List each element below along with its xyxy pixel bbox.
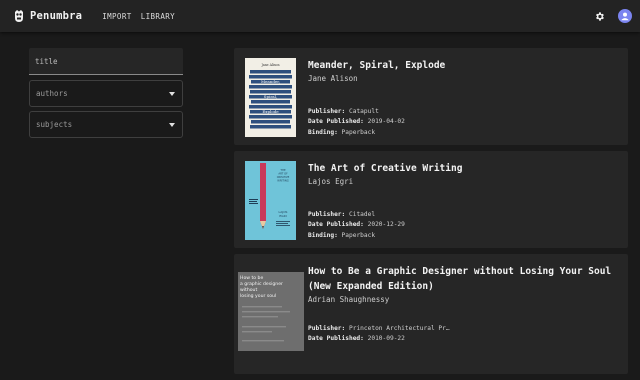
title-filter bbox=[29, 48, 183, 75]
authors-select[interactable]: authors bbox=[29, 80, 183, 107]
cover-title-line: THE bbox=[280, 168, 286, 172]
title-search-input[interactable] bbox=[35, 56, 175, 66]
brand[interactable]: Penumbra bbox=[14, 10, 82, 22]
gear-icon[interactable] bbox=[594, 11, 605, 22]
cover-word: Meander, bbox=[261, 79, 280, 84]
binding-row: Binding: Paperback bbox=[308, 128, 445, 138]
subjects-select-label: subjects bbox=[36, 120, 73, 129]
book-meta: Publisher: Princeton Architectural Pr… D… bbox=[308, 324, 618, 345]
publisher-row: Publisher: Catapult bbox=[308, 107, 445, 117]
date-key: Date Published: bbox=[308, 221, 364, 229]
cover-art-graphic-designer: How to be a graphic designer without los… bbox=[238, 272, 304, 351]
publisher-row: Publisher: Princeton Architectural Pr… bbox=[308, 324, 618, 334]
book-card[interactable]: Jane Alison Meander, Spiral, Explode Mea… bbox=[234, 48, 628, 145]
book-title[interactable]: Meander, Spiral, Explode bbox=[308, 58, 445, 73]
publisher-row: Publisher: Citadel bbox=[308, 210, 462, 220]
book-meta: Publisher: Catapult Date Published: 2019… bbox=[308, 107, 445, 138]
book-info: Meander, Spiral, Explode Jane Alison Pub… bbox=[300, 48, 445, 145]
date-row: Date Published: 2019-04-02 bbox=[308, 117, 445, 127]
book-info: How to Be a Graphic Designer without Los… bbox=[308, 254, 618, 374]
date-key: Date Published: bbox=[308, 118, 364, 126]
user-avatar[interactable] bbox=[618, 9, 632, 23]
date-key: Date Published: bbox=[308, 335, 364, 343]
date-value: 2020-12-29 bbox=[367, 221, 405, 229]
cover-title-line: ART OF bbox=[278, 172, 288, 176]
publisher-key: Publisher: bbox=[308, 108, 346, 115]
book-card[interactable]: How to be a graphic designer without los… bbox=[234, 254, 628, 374]
nav-import[interactable]: IMPORT bbox=[102, 12, 132, 21]
owl-logo-icon bbox=[15, 10, 23, 22]
binding-key: Binding: bbox=[308, 231, 338, 239]
publisher-value: Citadel bbox=[349, 211, 376, 218]
binding-value: Paperback bbox=[341, 128, 376, 136]
book-list: Jane Alison Meander, Spiral, Explode Mea… bbox=[234, 48, 628, 380]
cover-word: Spiral, bbox=[264, 94, 277, 99]
top-app-bar: Penumbra IMPORT LIBRARY bbox=[0, 0, 640, 32]
filter-sidebar: authors subjects bbox=[29, 48, 183, 142]
cover-word: Explode bbox=[262, 109, 279, 114]
cover-line: without bbox=[240, 287, 257, 293]
book-author: Adrian Shaughnessy bbox=[308, 295, 390, 304]
book-cover: Jane Alison Meander, Spiral, Explode bbox=[234, 48, 300, 145]
top-actions bbox=[594, 9, 632, 23]
person-icon bbox=[621, 12, 629, 21]
cover-art-meander: Jane Alison Meander, Spiral, Explode bbox=[245, 58, 296, 137]
book-author: Lajos Egri bbox=[308, 177, 354, 186]
book-meta: Publisher: Citadel Date Published: 2020-… bbox=[308, 210, 462, 241]
cover-line: How to be bbox=[240, 275, 263, 281]
book-cover: How to be a graphic designer without los… bbox=[234, 254, 308, 374]
book-title[interactable]: How to Be a Graphic Designer without Los… bbox=[308, 264, 618, 294]
publisher-key: Publisher: bbox=[308, 211, 346, 218]
book-author: Jane Alison bbox=[308, 74, 358, 83]
cover-line: a graphic designer bbox=[240, 281, 283, 287]
publisher-value: Princeton Architectural Pr… bbox=[349, 325, 450, 332]
caret-down-icon bbox=[169, 122, 175, 127]
binding-key: Binding: bbox=[308, 128, 338, 136]
cover-author-text: Jane Alison bbox=[260, 63, 279, 67]
book-card[interactable]: THE ART OF CREATIVE WRITING LAJOS EGRI T… bbox=[234, 151, 628, 248]
nav-library[interactable]: LIBRARY bbox=[141, 12, 175, 21]
cover-title-line: CREATIVE bbox=[277, 175, 290, 179]
authors-select-label: authors bbox=[36, 89, 68, 98]
date-value: 2010-09-22 bbox=[367, 335, 405, 343]
book-info: The Art of Creative Writing Lajos Egri P… bbox=[300, 151, 462, 248]
subjects-select[interactable]: subjects bbox=[29, 111, 183, 138]
publisher-key: Publisher: bbox=[308, 325, 346, 332]
book-title[interactable]: The Art of Creative Writing bbox=[308, 161, 462, 176]
binding-row: Binding: Paperback bbox=[308, 231, 462, 241]
date-value: 2019-04-02 bbox=[367, 118, 405, 126]
app-name: Penumbra bbox=[30, 10, 83, 22]
cover-title-line: WRITING bbox=[277, 179, 288, 183]
cover-author-line: EGRI bbox=[279, 214, 286, 218]
date-row: Date Published: 2010-09-22 bbox=[308, 334, 618, 344]
cover-line: losing your soul bbox=[240, 293, 276, 299]
date-row: Date Published: 2020-12-29 bbox=[308, 220, 462, 230]
main-nav: IMPORT LIBRARY bbox=[102, 12, 184, 21]
book-cover: THE ART OF CREATIVE WRITING LAJOS EGRI bbox=[234, 151, 300, 248]
publisher-value: Catapult bbox=[349, 108, 379, 115]
cover-art-creative-writing: THE ART OF CREATIVE WRITING LAJOS EGRI bbox=[245, 161, 296, 240]
caret-down-icon bbox=[169, 91, 175, 96]
binding-value: Paperback bbox=[341, 231, 376, 239]
